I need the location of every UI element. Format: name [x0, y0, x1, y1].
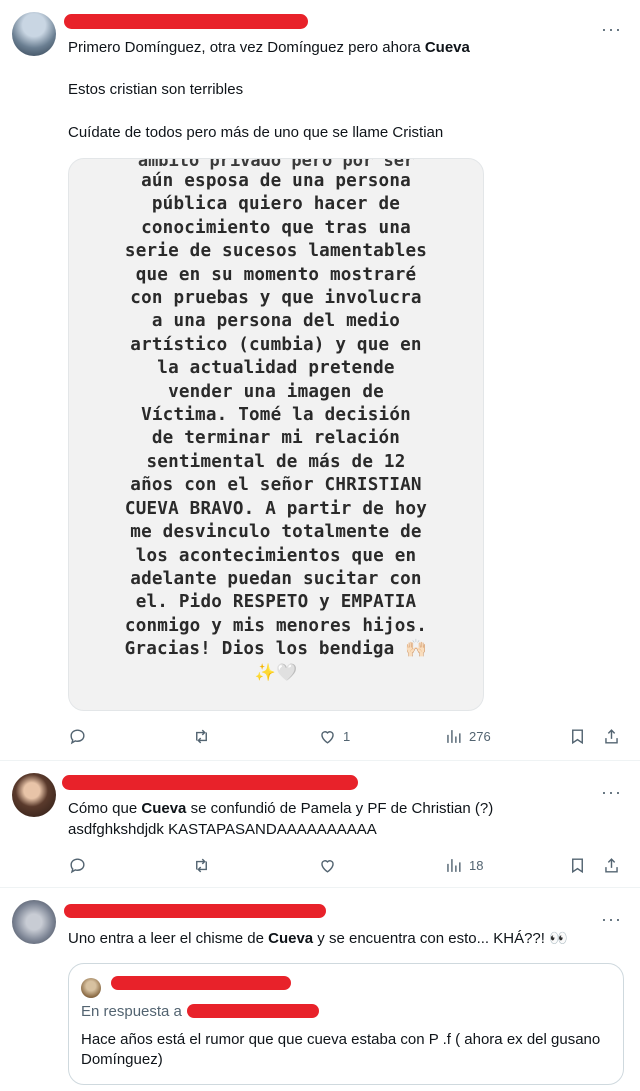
story-image[interactable]: ámbito privado pero por ser aún esposa d… [68, 158, 484, 711]
reply-icon [70, 728, 85, 744]
tweet-actions: 1 276 [68, 726, 628, 746]
highlight-word: Cueva [268, 930, 314, 947]
bookmark-button[interactable] [568, 855, 587, 875]
story-line: conmigo y mis menores hijos. [124, 615, 428, 636]
more-options-icon[interactable]: ··· [601, 20, 622, 38]
story-line: artístico (cumbia) y que en [130, 334, 422, 355]
tweet-text-line: Cuídate de todos pero más de uno que se … [68, 124, 444, 141]
reply-icon [70, 857, 85, 873]
story-line: aún esposa de una persona [141, 171, 411, 191]
like-button[interactable]: 1 [318, 726, 350, 746]
views-icon [447, 729, 461, 743]
tweet-text-line: Estos cristian son terribles [68, 81, 244, 98]
retweet-icon [196, 858, 207, 872]
heart-icon [321, 730, 334, 744]
story-line: Gracias! Dios los bendiga 🙌🏻 [124, 639, 428, 660]
story-line: adelante puedan sucitar con [130, 568, 422, 589]
avatar[interactable] [12, 12, 56, 56]
story-line: que en su momento mostraré [135, 264, 417, 285]
share-icon [605, 857, 618, 873]
redacted-username [64, 14, 308, 29]
reply-button[interactable] [68, 726, 93, 746]
redacted-username [62, 775, 358, 790]
story-text: aún esposa de una persona pública quiero … [69, 170, 483, 685]
retweet-button[interactable] [192, 855, 217, 875]
more-options-icon[interactable]: ··· [601, 783, 622, 801]
views-button[interactable]: 18 [444, 855, 483, 875]
retweet-icon [196, 729, 207, 743]
avatar[interactable] [12, 773, 56, 817]
tweet-1[interactable]: ··· Primero Domínguez, otra vez Domíngue… [0, 0, 640, 760]
story-line: serie de sucesos lamentables [124, 241, 428, 262]
story-line: con pruebas y que involucra [130, 288, 422, 309]
share-button[interactable] [602, 855, 621, 875]
story-line: pública quiero hacer de [151, 194, 401, 215]
redacted-quoted-username [111, 976, 291, 990]
tweet-text-line: asdfghkshdjdk KASTAPASANDAAAAAAAAAA [68, 821, 377, 838]
redacted-username [64, 904, 326, 918]
views-count: 18 [469, 857, 484, 873]
heart-icon [321, 859, 334, 873]
story-line: años con el señor CHRISTIAN [130, 475, 422, 496]
story-line: conocimiento que tras una [141, 217, 411, 238]
highlight-word: Cueva [141, 800, 187, 817]
views-button[interactable]: 276 [444, 726, 491, 746]
story-line: los acontecimientos que en [135, 545, 417, 566]
tweet-text-line: Cómo que Cueva se confundió de Pamela y … [68, 800, 494, 817]
like-count: 1 [343, 728, 351, 744]
more-options-icon[interactable]: ··· [601, 910, 622, 928]
share-icon [605, 728, 618, 744]
story-line: el. Pido RESPETO y EMPATIA [135, 592, 417, 613]
tweet-3[interactable]: ··· Uno entra a leer el chisme de Cueva … [0, 888, 640, 1091]
tweet-actions: 18 [68, 855, 628, 875]
bookmark-button[interactable] [568, 726, 587, 746]
redacted-reply-handle [187, 1004, 319, 1018]
views-count: 276 [469, 728, 491, 744]
bookmark-icon [572, 728, 583, 744]
story-line: CUEVA BRAVO. A partir de hoy [124, 498, 428, 519]
tweet-2[interactable]: ··· Cómo que Cueva se confundió de Pamel… [0, 761, 640, 887]
tweet-text-line: Primero Domínguez, otra vez Domínguez pe… [68, 39, 470, 56]
reply-button[interactable] [68, 855, 93, 875]
retweet-button[interactable] [192, 726, 217, 746]
story-line: a una persona del medio [151, 311, 401, 332]
story-line: de terminar mi relación [151, 428, 401, 449]
quoted-text: Hace años está el rumor que que cueva es… [81, 1031, 601, 1068]
story-line: me desvinculo totalmente de [130, 522, 422, 543]
story-emoji-line: ✨🤍 [254, 662, 298, 683]
story-line: vender una imagen de [168, 381, 384, 402]
quoted-tweet[interactable]: En respuesta a Hace años está el rumor q… [68, 963, 624, 1085]
story-line: sentimental de más de 12 [146, 451, 406, 472]
story-line: la actualidad pretende [157, 358, 395, 379]
quoted-avatar [81, 978, 101, 998]
avatar[interactable] [12, 900, 56, 944]
reply-context: En respuesta a [81, 1003, 182, 1020]
views-icon [447, 858, 461, 872]
bookmark-icon [572, 857, 583, 873]
story-line: Víctima. Tomé la decisión [141, 405, 411, 426]
highlight-word: Cueva [424, 39, 470, 56]
share-button[interactable] [602, 726, 621, 746]
tweet-text-line: Uno entra a leer el chisme de Cueva y se… [68, 930, 568, 947]
like-button[interactable] [318, 855, 343, 875]
